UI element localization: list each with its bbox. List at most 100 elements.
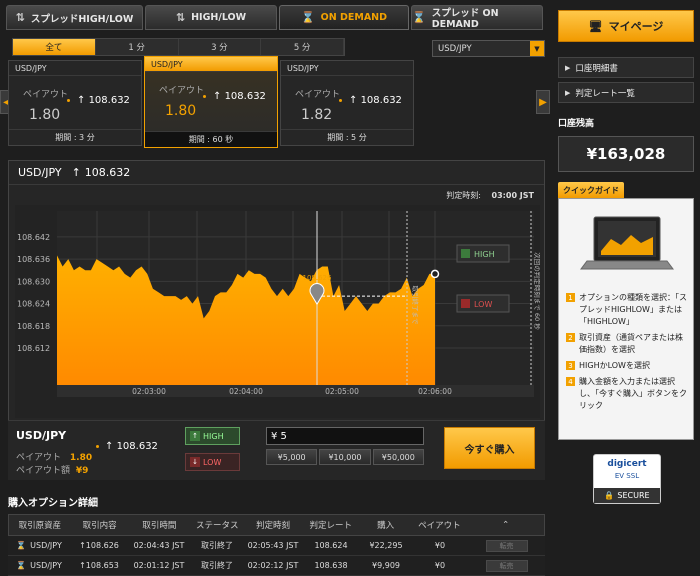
quick-amounts: ¥5,000 ¥10,000 ¥50,000 bbox=[266, 449, 424, 465]
y-tick-label: 108.618 bbox=[17, 322, 50, 331]
updown-arrows-icon: ⇅ bbox=[175, 11, 186, 24]
hourglass-icon: ⌛ bbox=[300, 11, 315, 24]
low-button[interactable]: ↓ LOW bbox=[185, 453, 240, 471]
option-cards: USD/JPY ペイアウト ↑ 108.632 1.80 期間 : 3 分 US… bbox=[8, 56, 528, 148]
close-time-side-label: 取引終了まで bbox=[411, 286, 420, 326]
card-payout: 1.80 bbox=[165, 103, 197, 119]
laptop-illustration bbox=[580, 216, 674, 270]
buy-now-button[interactable]: 今すぐ購入 bbox=[444, 427, 535, 469]
tab-on-demand[interactable]: ⌛ ON DEMAND bbox=[279, 5, 409, 30]
judge-time: 判定時刻: 03:00 JST bbox=[446, 191, 534, 200]
hourglass-icon: ⌛ bbox=[412, 11, 426, 24]
trade-payout-amount: ペイアウト額 ¥9 bbox=[16, 466, 89, 476]
x-axis-band bbox=[57, 385, 534, 397]
balance-label: 口座残高 bbox=[558, 119, 595, 129]
amount-10000-button[interactable]: ¥10,000 bbox=[319, 449, 371, 465]
card-payout: 1.82 bbox=[301, 107, 333, 123]
trade-rate: ↑ 108.632 bbox=[105, 441, 158, 452]
period-1min[interactable]: 1 分 bbox=[96, 39, 179, 55]
guide-steps: 1 オプションの種類を選択：「スプレッドHIGHLOW」または「HIGHLOW」 … bbox=[566, 292, 690, 416]
option-type-tabs: ⇅ スプレッドHIGH/LOW ⇅ HIGH/LOW ⌛ ON DEMAND ⌛… bbox=[6, 5, 543, 30]
guide-step: 3 HIGHかLOWを選択 bbox=[566, 360, 690, 372]
tab-spread-highlow[interactable]: ⇅ スプレッドHIGH/LOW bbox=[6, 5, 143, 30]
quick-guide-tab[interactable]: クイックガイド bbox=[558, 182, 624, 198]
collapse-icon[interactable]: ⌃ bbox=[467, 515, 544, 535]
period-filter: 全て 1 分 3 分 5 分 bbox=[12, 38, 345, 56]
chart-header: USD/JPY ↑ 108.632 bbox=[9, 161, 544, 185]
y-tick-label: 108.624 bbox=[17, 300, 50, 309]
card-asset: USD/JPY bbox=[145, 57, 277, 72]
trading-app: ⇅ スプレッドHIGH/LOW ⇅ HIGH/LOW ⌛ ON DEMAND ⌛… bbox=[0, 0, 700, 576]
option-card-60s[interactable]: USD/JPY ペイアウト ↑ 108.632 1.80 期間 : 60 秒 bbox=[144, 56, 278, 148]
quick-guide: 1 オプションの種類を選択：「スプレッドHIGHLOW」または「HIGHLOW」 … bbox=[558, 198, 694, 440]
up-arrow-icon: ↑ bbox=[71, 166, 81, 179]
x-tick-label: 02:06:00 bbox=[418, 387, 452, 396]
price-chart-svg: 108.642 108.636 108.630 108.624 108.618 108.6… bbox=[17, 211, 540, 397]
card-payout: 1.80 bbox=[29, 107, 61, 123]
triangle-right-icon: ▶ bbox=[565, 88, 571, 97]
x-tick-label: 02:04:00 bbox=[229, 387, 263, 396]
cards-next-button[interactable]: ▶ bbox=[536, 90, 550, 114]
trade-asset: USD/JPY bbox=[16, 429, 67, 442]
card-period: 期間 : 3 分 bbox=[9, 129, 141, 145]
y-tick-label: 108.630 bbox=[17, 277, 50, 286]
card-payout-label: ペイアウト bbox=[295, 90, 341, 100]
period-5min[interactable]: 5 分 bbox=[261, 39, 344, 55]
current-price-point bbox=[430, 269, 440, 279]
triangle-right-icon: ▶ bbox=[565, 63, 571, 72]
chart-low-label: LOW bbox=[474, 300, 492, 309]
option-card-5min[interactable]: USD/JPY ペイアウト ↑ 108.632 1.82 期間 : 5 分 bbox=[280, 60, 414, 146]
trade-panel: USD/JPY ↑ 108.632 ペイアウト 1.80 ペイアウト額 ¥9 ↑… bbox=[8, 420, 545, 480]
card-period: 期間 : 5 分 bbox=[281, 129, 413, 145]
menu-statement[interactable]: ▶ 口座明細書 bbox=[558, 57, 694, 78]
chevron-right-icon: ▶ bbox=[539, 96, 547, 108]
table-row: ⌛ USD/JPY ↑ 108.653 02:01:12 JST 取引終了 02:… bbox=[8, 556, 545, 576]
menu-judge-rates[interactable]: ▶ 判定レート一覧 bbox=[558, 82, 694, 103]
purchase-table: 取引原資産 取引内容 取引時間 ステータス 判定時刻 判定レート 購入 ペイアウ… bbox=[8, 514, 545, 576]
details-title: 購入オプション詳細 bbox=[8, 498, 98, 509]
judge-time-side-label: 次回の判定時刻まで 60 秒 bbox=[533, 252, 540, 330]
tab-highlow[interactable]: ⇅ HIGH/LOW bbox=[145, 5, 277, 30]
up-arrow-icon bbox=[461, 249, 470, 258]
x-tick-label: 02:05:00 bbox=[325, 387, 359, 396]
entry-rate-label: 108.626 bbox=[303, 274, 332, 282]
option-card-3min[interactable]: USD/JPY ペイアウト ↑ 108.632 1.80 期間 : 3 分 bbox=[8, 60, 142, 146]
digicert-badge[interactable]: digicert EV SSL 🔒 SECURE bbox=[593, 454, 661, 504]
card-rate: ↑ 108.632 bbox=[349, 95, 402, 106]
amount-50000-button[interactable]: ¥50,000 bbox=[372, 449, 424, 465]
card-rate: ↑ 108.632 bbox=[213, 91, 266, 102]
asset-select[interactable]: USD/JPY ▼ bbox=[432, 40, 545, 57]
trade-payout: ペイアウト 1.80 bbox=[16, 453, 93, 463]
chart-high-label: HIGH bbox=[474, 250, 495, 259]
guide-step: 4 購入金額を入力または選択し、「今すぐ購入」ボタンをクリック bbox=[566, 376, 690, 412]
table-row: ⌛ USD/JPY ↑ 108.626 02:04:43 JST 取引終了 02:… bbox=[8, 536, 545, 556]
card-asset: USD/JPY bbox=[9, 61, 141, 76]
price-chart: 108.642 108.636 108.630 108.624 108.618 108.6… bbox=[15, 205, 540, 418]
spread-arrows-icon: ⇅ bbox=[15, 11, 25, 24]
up-arrow-icon: ↑ bbox=[190, 431, 200, 441]
y-tick-label: 108.636 bbox=[17, 255, 50, 264]
resell-button[interactable]: 転売 bbox=[485, 539, 528, 552]
card-rate: ↑ 108.632 bbox=[77, 95, 130, 106]
amount-input[interactable]: ¥ 5 bbox=[266, 427, 424, 445]
hourglass-icon: ⌛ bbox=[16, 561, 27, 570]
chevron-down-icon: ▼ bbox=[530, 41, 544, 56]
y-tick-label: 108.642 bbox=[17, 233, 50, 242]
tab-spread-on-demand[interactable]: ⌛ スプレッド ON DEMAND bbox=[411, 5, 543, 30]
x-tick-label: 02:03:00 bbox=[132, 387, 166, 396]
amount-5000-button[interactable]: ¥5,000 bbox=[266, 449, 318, 465]
card-asset: USD/JPY bbox=[281, 61, 413, 76]
down-arrow-icon bbox=[461, 299, 470, 308]
monitor-icon: 🖥 bbox=[588, 19, 603, 33]
down-arrow-icon: ↓ bbox=[190, 457, 200, 467]
card-payout-label: ペイアウト bbox=[23, 90, 69, 100]
guide-step: 2 取引資産（通貨ペアまたは株価指数）を選択 bbox=[566, 332, 690, 356]
card-payout-label: ペイアウト bbox=[159, 86, 205, 96]
mypage-button[interactable]: 🖥 マイページ bbox=[558, 10, 694, 42]
period-3min[interactable]: 3 分 bbox=[179, 39, 262, 55]
period-all[interactable]: 全て bbox=[13, 39, 96, 55]
high-button[interactable]: ↑ HIGH bbox=[185, 427, 240, 445]
resell-button[interactable]: 転売 bbox=[485, 559, 528, 572]
guide-step: 1 オプションの種類を選択：「スプレッドHIGHLOW」または「HIGHLOW」 bbox=[566, 292, 690, 328]
hourglass-icon: ⌛ bbox=[16, 541, 27, 550]
